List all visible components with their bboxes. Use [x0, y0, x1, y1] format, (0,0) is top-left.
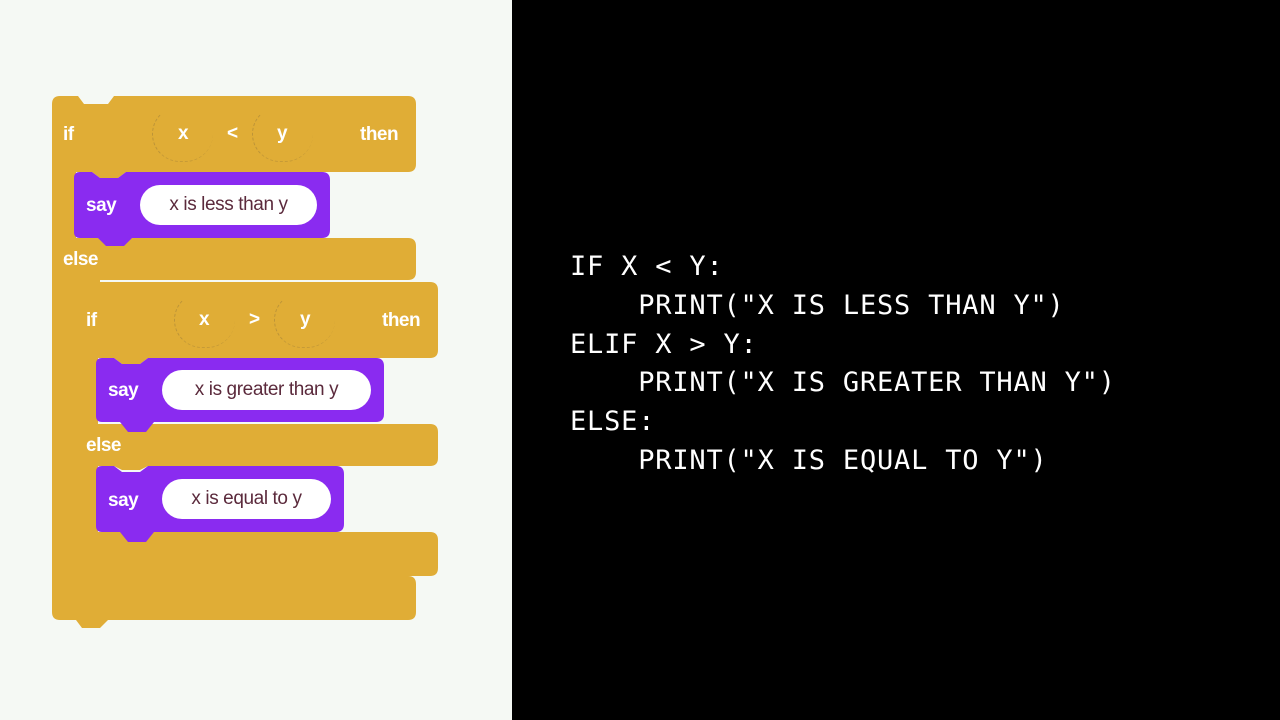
- outer-else-label: else: [63, 249, 98, 270]
- inner-then-label: then: [382, 310, 421, 331]
- inner-if-label: if: [86, 310, 97, 331]
- outer-var-y[interactable]: y: [277, 124, 288, 143]
- outer-if-label: if: [63, 124, 74, 145]
- say-text-input-1[interactable]: x is less than y: [140, 185, 317, 225]
- code-line-2: PRINT("X IS LESS THAN Y"): [570, 289, 1065, 321]
- say-label-3: say: [108, 490, 139, 511]
- inner-operator: >: [249, 309, 261, 330]
- inner-var-y[interactable]: y: [300, 310, 311, 329]
- outer-var-x[interactable]: x: [178, 124, 189, 143]
- code-line-3: ELIF X > Y:: [570, 328, 758, 360]
- outer-if-else-block[interactable]: [0, 0, 512, 720]
- inner-var-x[interactable]: x: [199, 310, 210, 329]
- scratch-blocks-panel: if x < y then say x is less than y else …: [0, 0, 512, 720]
- say-text-input-3[interactable]: x is equal to y: [162, 479, 331, 519]
- code-line-4: PRINT("X IS GREATER THAN Y"): [570, 367, 1116, 399]
- code-line-5: ELSE:: [570, 406, 656, 438]
- inner-else-label: else: [86, 435, 121, 456]
- python-code-block: IF X < Y: PRINT("X IS LESS THAN Y") ELIF …: [570, 248, 1116, 481]
- outer-then-label: then: [360, 124, 399, 145]
- code-line-1: IF X < Y:: [570, 251, 724, 282]
- say-label-1: say: [86, 195, 117, 216]
- say-text-input-2[interactable]: x is greater than y: [162, 370, 371, 410]
- outer-operator: <: [227, 123, 239, 144]
- say-label-2: say: [108, 380, 139, 401]
- code-line-6: PRINT("X IS EQUAL TO Y"): [570, 444, 1048, 476]
